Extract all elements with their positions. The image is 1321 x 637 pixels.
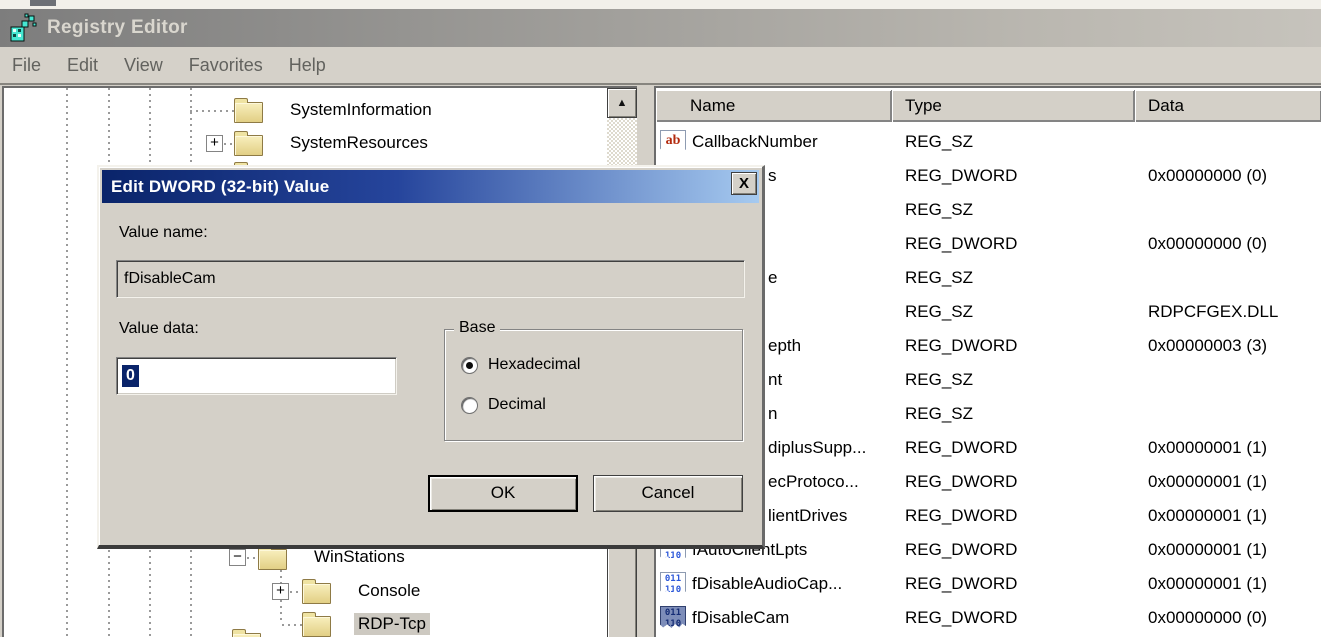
value-name-cell: ecProtoco... [768,472,859,492]
radio-hexadecimal-label: Hexadecimal [488,356,580,374]
registry-value-row[interactable]: 011110 fDisableCam REG_DWORD 0x00000000 (0) [656,602,1321,636]
value-type-cell: REG_DWORD [905,336,1017,356]
base-groupbox: Base Hexadecimal Decimal [444,329,743,441]
value-type-cell: REG_SZ [905,302,973,322]
column-header-data[interactable]: Data [1135,90,1321,122]
value-type-cell: REG_DWORD [905,608,1017,628]
value-type-cell: REG_DWORD [905,506,1017,526]
radio-decimal[interactable]: Decimal [461,396,546,414]
tree-item-systemresources[interactable]: SystemResources [286,132,432,154]
base-group-label: Base [454,319,500,337]
dialog-titlebar[interactable]: Edit DWORD (32-bit) Value [102,170,759,203]
value-name-cell: CallbackNumber [692,132,818,152]
value-type-cell: REG_DWORD [905,166,1017,186]
folder-icon [258,549,287,570]
tree-expand-icon[interactable]: + [206,135,223,152]
value-name-cell: nt [768,370,782,390]
menu-bar: File Edit View Favorites Help [0,47,1321,85]
menu-help[interactable]: Help [289,55,326,76]
value-name-cell: lientDrives [768,506,847,526]
edit-dword-dialog: Edit DWORD (32-bit) Value X Value name: … [97,165,765,549]
registry-editor-icon [9,13,39,43]
tree-guide-line [66,88,68,637]
window-title: Registry Editor [47,17,188,39]
value-type-cell: REG_SZ [905,404,973,424]
column-header-name[interactable]: Name [656,90,892,122]
reg-sz-icon: ab [660,130,686,155]
tree-connector-line [190,110,234,112]
value-data-input[interactable]: 0 [116,357,397,395]
value-name-text: fDisableCam [124,270,216,288]
value-data-cell: 0x00000001 (1) [1148,438,1267,458]
value-name-label: Value name: [119,224,208,242]
folder-icon [234,102,263,123]
tree-collapse-icon[interactable]: − [229,549,246,566]
value-data-cell: 0x00000000 (0) [1148,234,1267,254]
radio-button-icon[interactable] [461,397,478,414]
menu-view[interactable]: View [124,55,163,76]
scroll-up-button[interactable]: ▲ [607,88,637,118]
value-type-cell: REG_DWORD [905,574,1017,594]
value-data-label: Value data: [119,320,199,338]
value-name-cell: epth [768,336,801,356]
value-type-cell: REG_SZ [905,200,973,220]
registry-value-row[interactable]: 011110 fDisableAudioCap... REG_DWORD 0x0000… [656,568,1321,602]
registry-value-row[interactable]: ab CallbackNumber REG_SZ [656,126,1321,160]
value-name-cell: n [768,404,777,424]
background-window-fragment [30,0,56,6]
value-name-cell: e [768,268,777,288]
value-type-cell: REG_SZ [905,370,973,390]
value-data-cell: 0x00000001 (1) [1148,472,1267,492]
value-data-cell: RDPCFGEX.DLL [1148,302,1278,322]
tree-item-rdp-tcp[interactable]: RDP-Tcp [354,613,430,635]
value-data-cell: 0x00000001 (1) [1148,506,1267,526]
value-data-cell: 0x00000000 (0) [1148,608,1267,628]
tree-connector-line [224,143,234,145]
radio-decimal-label: Decimal [488,396,546,414]
folder-icon [232,633,261,637]
tree-connector-line [290,591,302,593]
value-data-selected-text: 0 [122,365,139,387]
tree-connector-line [282,624,302,626]
value-type-cell: REG_DWORD [905,540,1017,560]
close-icon[interactable]: X [731,172,757,195]
tree-item-systeminformation[interactable]: SystemInformation [286,99,436,121]
value-name-cell: s [768,166,777,186]
value-type-cell: REG_SZ [905,268,973,288]
folder-icon [302,616,331,637]
menu-edit[interactable]: Edit [67,55,98,76]
radio-hexadecimal[interactable]: Hexadecimal [461,356,580,374]
column-header-type[interactable]: Type [892,90,1135,122]
folder-icon [302,583,331,604]
window-titlebar[interactable]: Registry Editor [0,9,1321,47]
tree-item-winstations[interactable]: WinStations [310,546,409,568]
value-data-cell: 0x00000001 (1) [1148,540,1267,560]
menu-favorites[interactable]: Favorites [189,55,263,76]
reg-dword-icon: 011110 [660,606,686,631]
registry-editor-window: Registry Editor File Edit View Favorites Hel… [0,0,1321,637]
value-name-cell: fDisableAudioCap... [692,574,842,594]
value-name-cell: diplusSupp... [768,438,866,458]
folder-icon [234,135,263,156]
background-window-strip [0,0,1321,9]
menu-file[interactable]: File [12,55,41,76]
tree-item-console[interactable]: Console [354,580,424,602]
reg-dword-icon: 011110 [660,572,686,597]
radio-button-icon[interactable] [461,357,478,374]
value-type-cell: REG_SZ [905,132,973,152]
tree-connector-line [247,557,258,559]
value-name-cell: fDisableCam [692,608,789,628]
dialog-title: Edit DWORD (32-bit) Value [111,177,329,197]
value-data-cell: 0x00000003 (3) [1148,336,1267,356]
value-data-cell: 0x00000000 (0) [1148,166,1267,186]
ok-button[interactable]: OK [428,475,578,512]
value-name-field[interactable]: fDisableCam [116,260,745,298]
value-type-cell: REG_DWORD [905,438,1017,458]
value-type-cell: REG_DWORD [905,472,1017,492]
value-data-cell: 0x00000001 (1) [1148,574,1267,594]
value-type-cell: REG_DWORD [905,234,1017,254]
cancel-button[interactable]: Cancel [593,475,743,512]
tree-expand-icon[interactable]: + [272,583,289,600]
